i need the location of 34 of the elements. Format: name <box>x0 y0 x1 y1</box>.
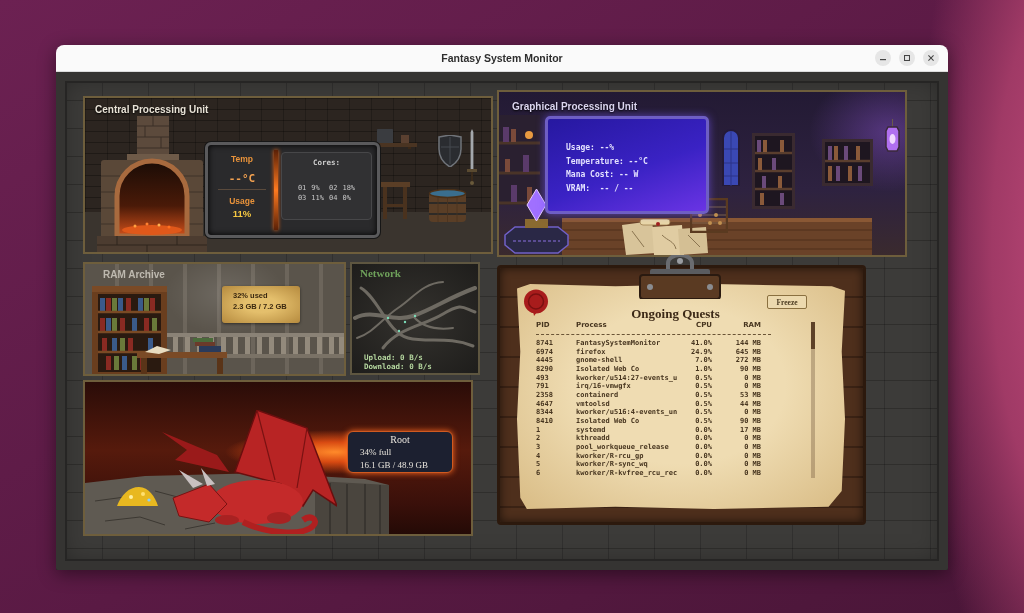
usage-value: 11% <box>232 208 252 220</box>
minimize-button[interactable] <box>875 50 891 66</box>
usage-label: Usage <box>229 195 255 207</box>
coin-pile-drawing <box>117 485 158 506</box>
temp-label: Temp <box>230 153 253 165</box>
gpu-stat-text: Temperature: --°C <box>566 155 649 168</box>
bookshelf-drawing <box>822 139 873 186</box>
temp-value: --°C <box>228 172 256 186</box>
gpu-stat-text: Usage: --% <box>566 142 616 154</box>
shield-drawing <box>438 135 462 167</box>
disk-used-text: 34% full <box>360 446 393 459</box>
gpu-stat-text: VRAM: -- / -- <box>566 183 635 196</box>
lantern-drawing <box>885 119 900 153</box>
sword-drawing <box>467 129 477 185</box>
close-button[interactable] <box>923 50 939 66</box>
window-title: Fantasy System Monitor <box>441 52 563 64</box>
close-icon <box>928 55 934 61</box>
scrollbar-thumb[interactable] <box>811 322 815 349</box>
panel-title: Graphical Processing Unit <box>512 101 638 113</box>
maximize-icon <box>904 55 910 61</box>
arched-window-drawing <box>722 129 740 186</box>
panel-title: Network <box>360 267 401 279</box>
scrollbar[interactable] <box>811 322 815 478</box>
quests-title: Ongoing Quests <box>630 307 721 321</box>
maximize-button[interactable] <box>899 50 915 66</box>
minimize-icon <box>880 59 886 61</box>
barrel-drawing <box>428 189 467 222</box>
panel-title: Central Processing Unit <box>95 104 209 116</box>
disk-amount-text: 16.1 GB / 48.9 GB <box>360 459 429 472</box>
disk-name: Root <box>390 433 410 446</box>
gpu-stat-text: Mana Cost: -- W <box>566 169 640 182</box>
panel-title: RAM Archive <box>103 269 165 281</box>
wax-seal-icon <box>523 289 549 316</box>
workbench-drawing <box>380 182 410 219</box>
